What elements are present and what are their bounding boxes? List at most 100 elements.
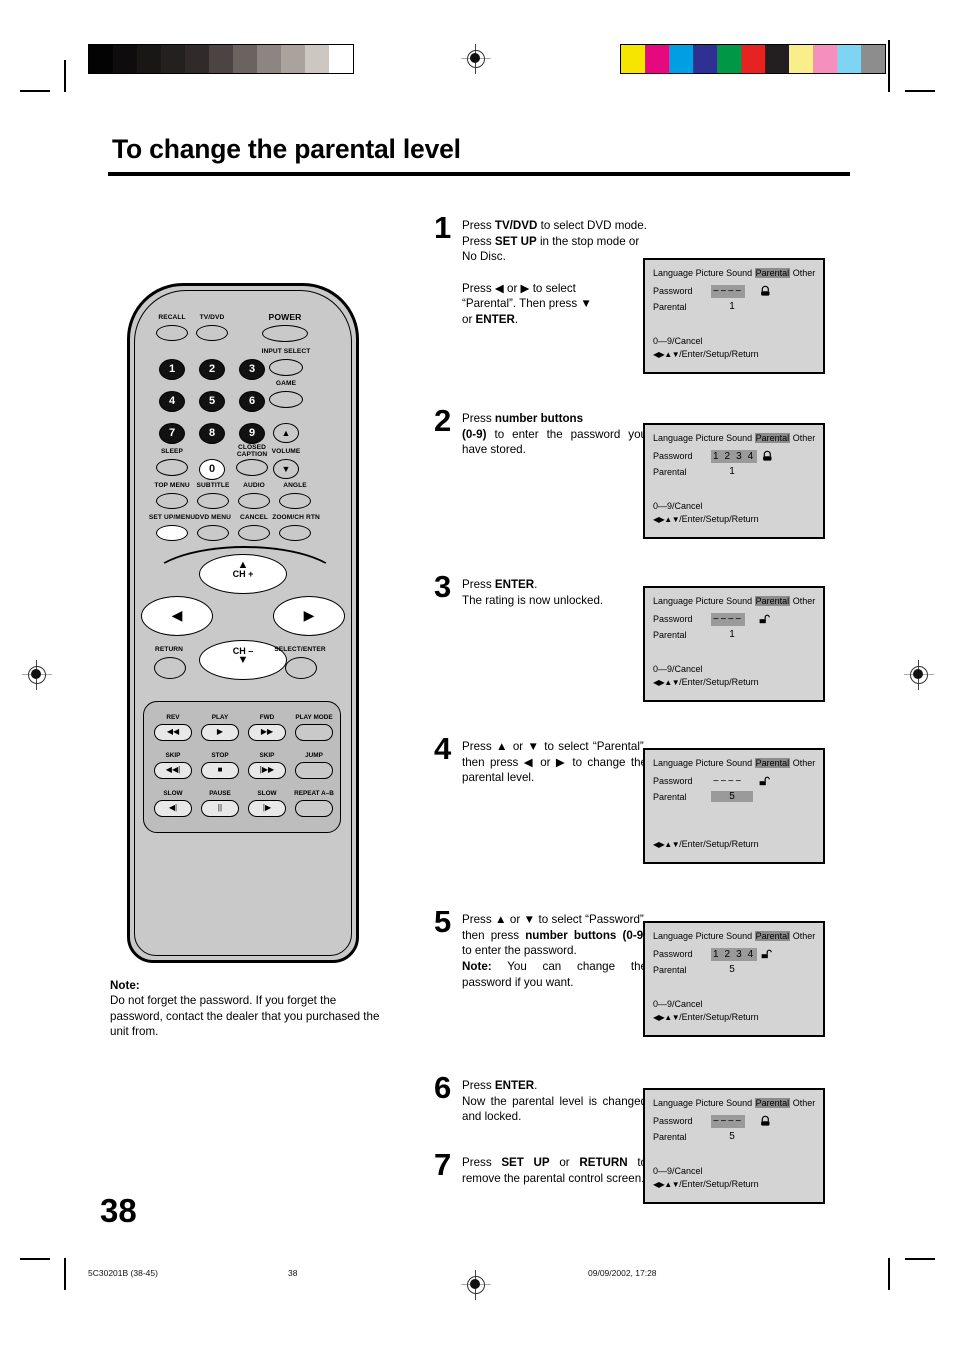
remote-label-angle: ANGLE — [283, 482, 307, 489]
osd-parental-value[interactable]: 5 — [711, 791, 753, 802]
remote-button-number-7[interactable]: 7 — [159, 423, 185, 444]
osd-tab-parental[interactable]: Parental — [754, 931, 791, 941]
osd-password-field[interactable]: 1 2 3 4 — [711, 450, 757, 463]
osd-tab-picture[interactable]: Picture — [696, 433, 724, 443]
remote-button-power[interactable] — [262, 325, 308, 342]
osd-tab-sound[interactable]: Sound — [726, 433, 752, 443]
remote-button-number-0[interactable]: 0 — [199, 459, 225, 480]
transport-button-repeat-a-b[interactable] — [295, 800, 333, 817]
osd-tab-sound[interactable]: Sound — [726, 268, 752, 278]
osd-tab-picture[interactable]: Picture — [696, 931, 724, 941]
remote-button-cancel[interactable] — [238, 525, 270, 541]
remote-button-return[interactable] — [154, 657, 186, 679]
osd-tab-other[interactable]: Other — [793, 1098, 816, 1108]
osd-password-field[interactable]: −−−− — [711, 775, 745, 788]
osd-hint-nav: ◀▶▲▼/Enter/Setup/Return — [653, 514, 759, 524]
remote-button-number-2[interactable]: 2 — [199, 359, 225, 380]
osd-tab-sound[interactable]: Sound — [726, 931, 752, 941]
remote-button-left[interactable]: ◀ — [141, 596, 213, 636]
remote-button-right[interactable]: ▶ — [273, 596, 345, 636]
osd-password-field[interactable]: −−−− — [711, 285, 745, 298]
transport-button-skip[interactable]: ◀◀| — [154, 762, 192, 779]
remote-button-setup-menu[interactable] — [156, 525, 188, 541]
remote-button-number-5[interactable]: 5 — [199, 391, 225, 412]
osd-tab-picture[interactable]: Picture — [696, 268, 724, 278]
osd-parental-value[interactable]: 5 — [711, 964, 753, 975]
remote-button-number-9[interactable]: 9 — [239, 423, 265, 444]
transport-label: SKIP — [259, 752, 275, 759]
osd-tab-parental[interactable]: Parental — [754, 1098, 791, 1108]
osd-parental-value[interactable]: 1 — [711, 629, 753, 640]
grayscale-swatch — [257, 45, 281, 73]
transport-button-pause[interactable]: || — [201, 800, 239, 817]
osd-tab-other[interactable]: Other — [793, 433, 816, 443]
remote-button-ch-up[interactable]: ▲ CH + — [199, 554, 287, 594]
osd-hint-nav: ◀▶▲▼/Enter/Setup/Return — [653, 349, 759, 359]
remote-button-closed-caption[interactable] — [236, 459, 268, 476]
osd-tab-parental[interactable]: Parental — [754, 268, 791, 278]
remote-button-dvd-menu[interactable] — [197, 525, 229, 541]
transport-button-jump[interactable] — [295, 762, 333, 779]
remote-button-number-1[interactable]: 1 — [159, 359, 185, 380]
osd-tab-picture[interactable]: Picture — [696, 596, 724, 606]
remote-button-number-3[interactable]: 3 — [239, 359, 265, 380]
osd-password-field[interactable]: 1 2 3 4 — [711, 948, 757, 961]
transport-button-play[interactable]: ▶ — [201, 724, 239, 741]
osd-parental-value[interactable]: 1 — [711, 466, 753, 477]
osd-tab-language[interactable]: Language — [653, 931, 693, 941]
transport-button-fwd[interactable]: ▶▶ — [248, 724, 286, 741]
remote-button-audio[interactable] — [238, 493, 270, 509]
remote-button-zoom-ch-rtn[interactable] — [279, 525, 311, 541]
transport-button-play-mode[interactable] — [295, 724, 333, 741]
crop-mark-top-right-v — [888, 40, 890, 92]
transport-button-rev[interactable]: ◀◀ — [154, 724, 192, 741]
step-text: Press SET UP or RETURN to remove the par… — [462, 1156, 648, 1185]
transport-button-slow[interactable]: |▶ — [248, 800, 286, 817]
remote-button-number-6[interactable]: 6 — [239, 391, 265, 412]
osd-tab-language[interactable]: Language — [653, 268, 693, 278]
osd-tab-parental[interactable]: Parental — [754, 758, 791, 768]
osd-tab-picture[interactable]: Picture — [696, 1098, 724, 1108]
transport-label: SLOW — [257, 790, 277, 797]
transport-label: STOP — [211, 752, 229, 759]
osd-parental-value[interactable]: 5 — [711, 1131, 753, 1142]
remote-button-top-menu[interactable] — [156, 493, 188, 509]
osd-tab-sound[interactable]: Sound — [726, 1098, 752, 1108]
osd-tab-language[interactable]: Language — [653, 758, 693, 768]
remote-button-game[interactable] — [269, 391, 303, 408]
transport-button-slow[interactable]: ◀| — [154, 800, 192, 817]
osd-tab-sound[interactable]: Sound — [726, 758, 752, 768]
page-number: 38 — [100, 1192, 137, 1229]
transport-label: REV — [166, 714, 180, 721]
transport-label: SLOW — [163, 790, 183, 797]
remote-button-angle[interactable] — [279, 493, 311, 509]
osd-tab-language[interactable]: Language — [653, 433, 693, 443]
remote-button-sleep[interactable] — [156, 459, 188, 476]
osd-password-field[interactable]: −−−− — [711, 613, 745, 626]
osd-panel-6: Language Picture Sound Parental Other Pas… — [643, 1088, 825, 1204]
osd-tab-other[interactable]: Other — [793, 931, 816, 941]
remote-button-number-8[interactable]: 8 — [199, 423, 225, 444]
step-text: Press ▲ or ▼ to select “Parental”, then … — [462, 740, 647, 785]
osd-parental-value[interactable]: 1 — [711, 301, 753, 312]
remote-button-tvdvd[interactable] — [196, 325, 228, 341]
osd-tab-bar: Language Picture Sound Parental Other — [653, 268, 815, 278]
osd-password-field[interactable]: −−−− — [711, 1115, 745, 1128]
osd-tab-picture[interactable]: Picture — [696, 758, 724, 768]
osd-tab-language[interactable]: Language — [653, 1098, 693, 1108]
osd-tab-sound[interactable]: Sound — [726, 596, 752, 606]
osd-tab-other[interactable]: Other — [793, 758, 816, 768]
osd-tab-parental[interactable]: Parental — [754, 596, 791, 606]
remote-button-recall[interactable] — [156, 325, 188, 341]
transport-button-stop[interactable]: ■ — [201, 762, 239, 779]
osd-tab-other[interactable]: Other — [793, 268, 816, 278]
remote-button-subtitle[interactable] — [197, 493, 229, 509]
remote-button-select-enter[interactable] — [285, 657, 317, 679]
osd-tab-language[interactable]: Language — [653, 596, 693, 606]
transport-button-skip[interactable]: |▶▶ — [248, 762, 286, 779]
remote-button-number-4[interactable]: 4 — [159, 391, 185, 412]
osd-label-password: Password — [653, 451, 693, 461]
osd-tab-other[interactable]: Other — [793, 596, 816, 606]
remote-button-input-select[interactable] — [269, 359, 303, 376]
osd-tab-parental[interactable]: Parental — [754, 433, 791, 443]
